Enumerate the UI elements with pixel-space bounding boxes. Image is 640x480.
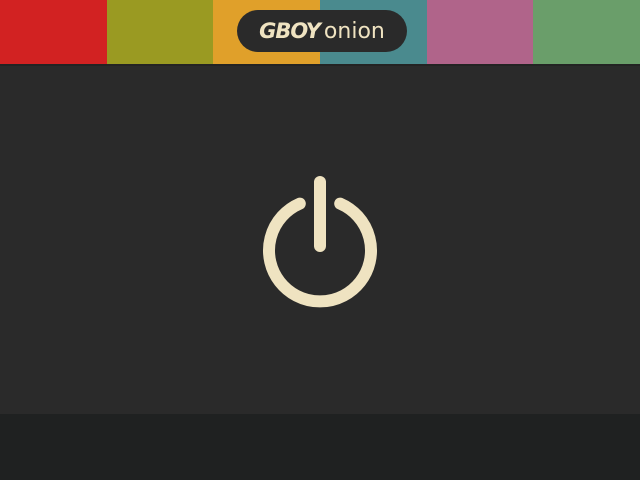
stripe-green <box>533 0 640 64</box>
power-button[interactable] <box>255 170 385 310</box>
logo-brand-text: GBOY <box>259 19 321 43</box>
stripe-olive <box>106 0 214 64</box>
logo-product-text: onion <box>323 18 385 44</box>
stripe-red <box>0 0 107 64</box>
bottom-bar <box>0 414 640 480</box>
power-icon <box>263 176 377 308</box>
gboy-onion-logo: GBOY onion <box>237 10 407 52</box>
stripe-pink <box>426 0 534 64</box>
power-off-screen: GBOY onion <box>0 0 640 480</box>
